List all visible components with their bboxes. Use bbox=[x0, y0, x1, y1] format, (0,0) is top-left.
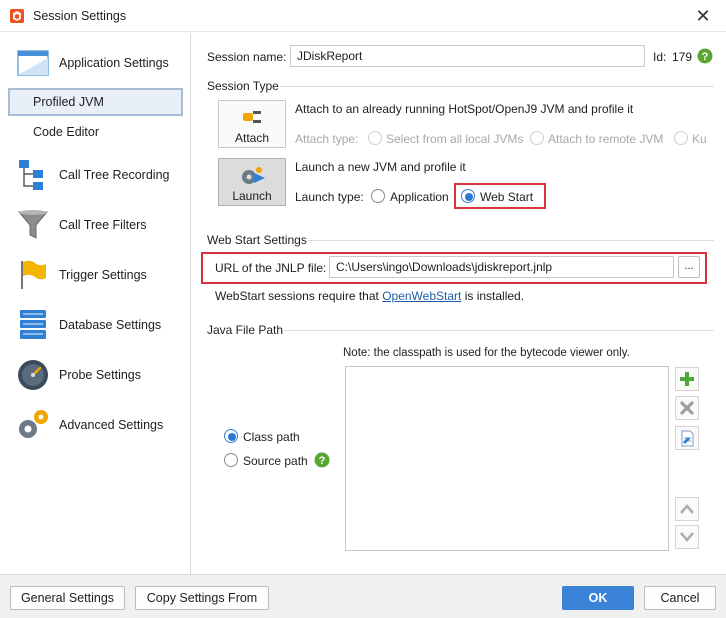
ok-button[interactable]: OK bbox=[562, 586, 634, 610]
launch-application-label: Application bbox=[390, 190, 449, 204]
launch-description: Launch a new JVM and profile it bbox=[295, 160, 466, 174]
sidebar: Application Settings Profiled JVM Code E… bbox=[0, 33, 191, 574]
svg-text:?: ? bbox=[319, 455, 326, 467]
sidebar-item-application-settings[interactable]: Application Settings bbox=[0, 43, 190, 83]
classpath-note: Note: the classpath is used for the byte… bbox=[343, 347, 630, 359]
attach-kubernetes-label: Ku bbox=[692, 132, 707, 146]
help-icon[interactable]: ? bbox=[697, 48, 713, 64]
attach-local-radio[interactable] bbox=[368, 131, 382, 145]
attach-type-label: Attach type: bbox=[295, 132, 359, 146]
sidebar-item-probe-settings[interactable]: Probe Settings bbox=[0, 355, 190, 395]
launch-webstart-radio[interactable] bbox=[461, 189, 475, 203]
delete-x-icon bbox=[680, 401, 694, 415]
sidebar-item-label: Profiled JVM bbox=[33, 95, 104, 109]
edit-path-button[interactable] bbox=[675, 426, 699, 450]
document-icon bbox=[681, 430, 694, 447]
svg-text:?: ? bbox=[702, 51, 709, 63]
sidebar-item-label: Code Editor bbox=[33, 125, 100, 139]
jnlp-label: URL of the JNLP file: bbox=[215, 261, 327, 275]
application-window-icon bbox=[17, 50, 49, 76]
attach-description: Attach to an already running HotSpot/Ope… bbox=[295, 102, 634, 116]
class-path-label: Class path bbox=[243, 430, 300, 444]
session-name-field[interactable]: JDiskReport bbox=[290, 45, 645, 67]
launch-button[interactable]: Launch bbox=[218, 158, 286, 206]
sidebar-item-label: Database Settings bbox=[59, 318, 162, 332]
sidebar-item-database-settings[interactable]: Database Settings bbox=[0, 305, 190, 345]
sidebar-item-label: Advanced Settings bbox=[59, 418, 164, 432]
attach-button-label: Attach bbox=[234, 131, 270, 145]
sidebar-item-label: Probe Settings bbox=[59, 368, 141, 382]
move-down-button[interactable] bbox=[675, 525, 699, 549]
chevron-up-icon bbox=[680, 504, 694, 514]
launch-type-label: Launch type: bbox=[295, 190, 364, 204]
sidebar-item-trigger-settings[interactable]: Trigger Settings bbox=[0, 255, 190, 295]
sidebar-item-call-tree-filters[interactable]: Call Tree Filters bbox=[0, 205, 190, 245]
sidebar-item-label: Trigger Settings bbox=[59, 268, 147, 282]
gears-icon bbox=[19, 410, 48, 438]
add-path-button[interactable] bbox=[675, 367, 699, 391]
sidebar-item-code-editor[interactable]: Code Editor bbox=[8, 119, 183, 147]
attach-remote-radio[interactable] bbox=[530, 131, 544, 145]
divider bbox=[280, 86, 714, 87]
openwebstart-link[interactable]: OpenWebStart bbox=[382, 289, 461, 303]
remove-path-button[interactable] bbox=[675, 396, 699, 420]
class-path-radio[interactable] bbox=[224, 429, 238, 443]
source-path-radio[interactable] bbox=[224, 453, 238, 467]
plus-icon bbox=[680, 372, 694, 386]
title-bar: Session Settings ✕ bbox=[0, 0, 726, 32]
source-path-label: Source path bbox=[243, 454, 308, 468]
sidebar-item-label: Application Settings bbox=[59, 56, 169, 70]
id-value: 179 bbox=[672, 50, 693, 64]
launch-gear-icon bbox=[242, 167, 265, 184]
chevron-down-icon bbox=[680, 532, 694, 542]
webstart-note-prefix: WebStart sessions require that bbox=[215, 289, 379, 303]
session-name-label: Session name: bbox=[207, 50, 287, 64]
main-panel: Session name: JDiskReport Id: 179 ? Sess… bbox=[192, 33, 726, 574]
sidebar-item-profiled-jvm[interactable]: Profiled JVM bbox=[8, 88, 183, 116]
launch-application-radio[interactable] bbox=[371, 189, 385, 203]
jnlp-url-field[interactable]: C:\Users\ingo\Downloads\jdiskreport.jnlp bbox=[329, 256, 674, 278]
call-tree-icon bbox=[19, 160, 43, 190]
attach-remote-label: Attach to remote JVM bbox=[548, 132, 664, 146]
id-label: Id: bbox=[653, 50, 667, 64]
attach-button[interactable]: Attach bbox=[218, 100, 286, 148]
help-icon[interactable]: ? bbox=[314, 452, 330, 468]
plug-icon bbox=[243, 111, 261, 123]
webstart-note-suffix: is installed. bbox=[464, 289, 525, 303]
webstart-settings-title: Web Start Settings bbox=[207, 233, 307, 247]
sidebar-item-call-tree-recording[interactable]: Call Tree Recording bbox=[0, 155, 190, 195]
sidebar-item-label: Call Tree Recording bbox=[59, 168, 170, 182]
attach-kubernetes-radio[interactable] bbox=[674, 131, 688, 145]
close-icon[interactable]: ✕ bbox=[694, 6, 712, 26]
browse-button[interactable]: ... bbox=[678, 256, 700, 278]
funnel-icon bbox=[17, 210, 49, 239]
launch-button-label: Launch bbox=[232, 189, 272, 203]
path-list[interactable] bbox=[345, 366, 669, 551]
window-title: Session Settings bbox=[33, 9, 127, 23]
session-type-title: Session Type bbox=[207, 79, 279, 93]
database-icon bbox=[20, 310, 46, 339]
general-settings-button[interactable]: General Settings bbox=[10, 586, 125, 610]
move-up-button[interactable] bbox=[675, 497, 699, 521]
flag-icon bbox=[21, 260, 46, 289]
app-logo-icon bbox=[10, 9, 24, 23]
cancel-button[interactable]: Cancel bbox=[644, 586, 716, 610]
copy-settings-button[interactable]: Copy Settings From bbox=[135, 586, 269, 610]
java-file-path-title: Java File Path bbox=[207, 323, 284, 337]
divider bbox=[308, 240, 714, 241]
dialog-footer: General Settings Copy Settings From OK C… bbox=[0, 574, 726, 618]
attach-local-label: Select from all local JVMs bbox=[386, 132, 524, 146]
launch-webstart-label: Web Start bbox=[480, 190, 534, 204]
gauge-icon bbox=[18, 360, 48, 390]
divider bbox=[284, 330, 714, 331]
sidebar-item-advanced-settings[interactable]: Advanced Settings bbox=[0, 405, 190, 445]
webstart-note: WebStart sessions require that OpenWebSt… bbox=[215, 289, 524, 303]
sidebar-item-label: Call Tree Filters bbox=[59, 218, 147, 232]
